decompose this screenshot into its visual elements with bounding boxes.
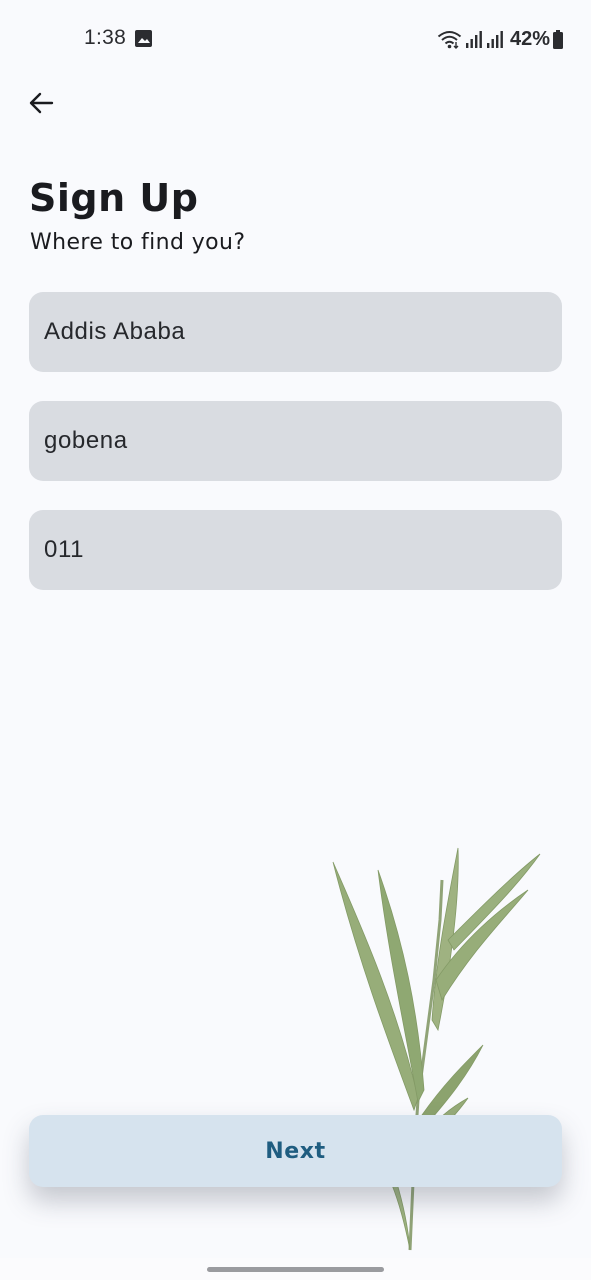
next-button[interactable]: Next xyxy=(29,1115,562,1187)
battery-icon xyxy=(553,29,563,49)
sign-up-screen: 1:38 42% Sign Up Where to find you? Addi… xyxy=(0,0,591,1280)
signal-icon-2 xyxy=(486,31,503,48)
area-field[interactable] xyxy=(29,401,562,481)
phone-field[interactable] xyxy=(29,510,562,590)
page-subtitle: Where to find you? xyxy=(30,230,246,255)
city-field[interactable] xyxy=(29,292,562,372)
status-bar: 1:38 42% xyxy=(0,0,591,78)
page-title: Sign Up xyxy=(29,176,199,220)
signal-icon xyxy=(465,31,482,48)
home-indicator[interactable] xyxy=(207,1267,384,1272)
arrow-left-icon xyxy=(29,92,54,114)
gallery-icon xyxy=(135,30,152,47)
navigation-bar xyxy=(0,1258,591,1280)
battery-percentage: 42% xyxy=(509,27,550,50)
plant-decoration xyxy=(332,847,541,1251)
wifi-icon xyxy=(437,31,462,49)
back-button[interactable] xyxy=(18,80,64,126)
status-time: 1:38 xyxy=(84,26,127,49)
status-indicators: 42% xyxy=(437,26,563,52)
